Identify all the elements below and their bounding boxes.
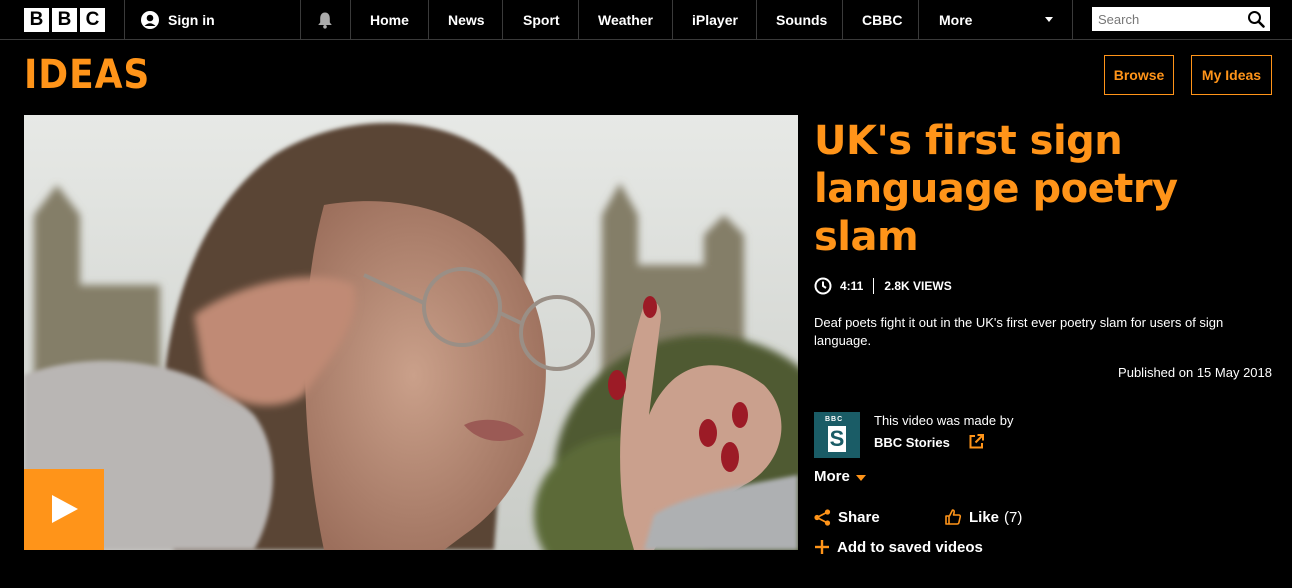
stories-logo-s: S xyxy=(828,426,846,452)
ideas-logo[interactable]: IDEAS xyxy=(24,55,150,95)
divider xyxy=(578,0,579,40)
external-link-icon[interactable] xyxy=(969,434,984,449)
bell-icon[interactable] xyxy=(316,11,334,29)
nav-item-sounds[interactable]: Sounds xyxy=(776,0,827,40)
video-description: Deaf poets fight it out in the UK's firs… xyxy=(814,315,1224,348)
published-date: Published on 15 May 2018 xyxy=(1118,365,1272,380)
video-duration: 4:11 xyxy=(840,279,864,293)
nav-item-sport[interactable]: Sport xyxy=(523,0,560,40)
search-icon[interactable] xyxy=(1247,10,1265,28)
nav-item-more[interactable]: More xyxy=(939,0,972,40)
divider xyxy=(350,0,351,40)
like-label: Like xyxy=(969,508,1000,526)
like-count: (7) xyxy=(1004,508,1023,526)
share-button[interactable]: Share xyxy=(814,506,880,528)
divider xyxy=(428,0,429,40)
divider xyxy=(502,0,503,40)
video-meta: 4:11 2.8K VIEWS xyxy=(814,277,952,295)
bbc-logo-letter: C xyxy=(80,8,105,32)
divider xyxy=(124,0,125,40)
nav-item-iplayer[interactable]: iPlayer xyxy=(692,0,738,40)
sign-in-label: Sign in xyxy=(168,12,215,28)
view-count: 2.8K VIEWS xyxy=(884,279,952,293)
made-by-label: This video was made by xyxy=(874,413,1014,428)
share-label: Share xyxy=(838,508,880,526)
sign-in-link[interactable]: Sign in xyxy=(140,0,215,40)
add-to-saved-button[interactable]: Add to saved videos xyxy=(814,536,983,558)
nav-item-weather[interactable]: Weather xyxy=(598,0,653,40)
browse-button[interactable]: Browse xyxy=(1104,55,1174,95)
bbc-logo-letter: B xyxy=(52,8,77,32)
video-thumbnail xyxy=(24,115,798,550)
nav-item-news[interactable]: News xyxy=(448,0,485,40)
divider xyxy=(300,0,301,40)
chevron-down-icon[interactable] xyxy=(1045,17,1053,22)
user-icon xyxy=(141,11,159,29)
video-player[interactable] xyxy=(24,115,798,550)
divider xyxy=(1072,0,1073,40)
divider xyxy=(918,0,919,40)
clock-icon xyxy=(814,277,832,295)
bbc-logo-letter: B xyxy=(24,8,49,32)
my-ideas-button[interactable]: My Ideas xyxy=(1191,55,1272,95)
thumbs-up-icon xyxy=(945,509,962,525)
share-icon xyxy=(814,508,831,526)
video-title: UK's first sign language poetry slam xyxy=(814,118,1178,260)
divider xyxy=(842,0,843,40)
plus-icon xyxy=(815,540,829,554)
search-input[interactable] xyxy=(1092,7,1242,31)
bbc-global-bar: B B C Sign in Home News Sport Weather iP… xyxy=(0,0,1292,40)
bbc-stories-logo[interactable]: BBC S xyxy=(814,412,860,458)
chevron-down-icon xyxy=(855,474,866,481)
more-label: More xyxy=(814,468,850,485)
nav-item-home[interactable]: Home xyxy=(370,0,409,40)
play-icon xyxy=(52,495,78,523)
divider xyxy=(873,278,875,294)
bbc-logo[interactable]: B B C xyxy=(24,8,105,32)
play-button[interactable] xyxy=(24,469,104,550)
like-button[interactable]: Like (7) xyxy=(944,506,1022,528)
add-to-saved-label: Add to saved videos xyxy=(837,538,983,556)
nav-item-cbbc[interactable]: CBBC xyxy=(862,0,902,40)
search-box xyxy=(1092,7,1270,31)
divider xyxy=(672,0,673,40)
made-by-link[interactable]: BBC Stories xyxy=(874,435,950,450)
stories-logo-bbc: BBC xyxy=(825,416,844,423)
more-toggle[interactable]: More xyxy=(814,468,866,485)
divider xyxy=(756,0,757,40)
